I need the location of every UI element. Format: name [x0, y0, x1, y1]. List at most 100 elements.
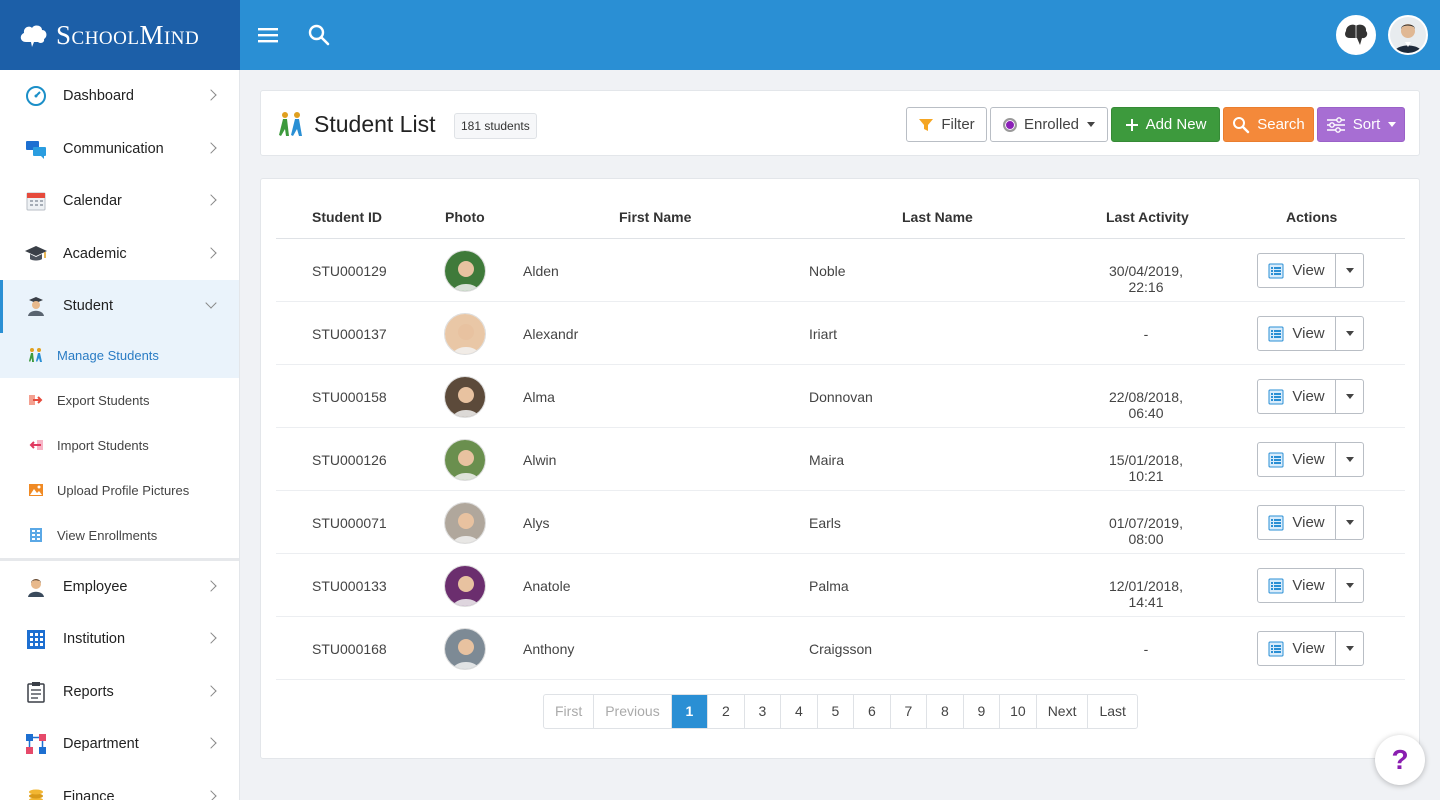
page-4-button[interactable]: 4 [781, 695, 818, 728]
sort-label: Sort [1352, 116, 1381, 133]
sidebar-item-label: Academic [63, 245, 127, 262]
funnel-icon [918, 117, 934, 133]
view-button[interactable]: View [1258, 632, 1336, 665]
sidebar-item-student[interactable]: Student [0, 280, 239, 333]
student-icon [24, 294, 48, 318]
enrolled-status-dropdown[interactable]: Enrolled [990, 107, 1108, 142]
submenu-item-label: Manage Students [57, 347, 159, 363]
cell-first-name: Alma [523, 389, 555, 405]
sidebar-item-dashboard[interactable]: Dashboard [0, 70, 239, 123]
column-header-last-name[interactable]: Last Name [902, 209, 973, 225]
chevron-right-icon [205, 89, 217, 101]
cell-last-name: Earls [809, 515, 841, 531]
view-button[interactable]: View [1258, 380, 1336, 413]
row-actions-dropdown[interactable] [1336, 380, 1363, 413]
column-header-student-id[interactable]: Student ID [312, 209, 382, 225]
view-button[interactable]: View [1258, 506, 1336, 539]
cell-last-name: Craigsson [809, 641, 873, 657]
student-photo [444, 565, 486, 607]
page-next-button[interactable]: Next [1037, 695, 1089, 728]
page-first-button[interactable]: First [544, 695, 595, 728]
page-5-button[interactable]: 5 [818, 695, 855, 728]
cell-last-name: Palma [809, 578, 849, 594]
search-button[interactable]: Search [1223, 107, 1314, 142]
sidebar-item-calendar[interactable]: Calendar [0, 175, 239, 228]
column-header-first-name[interactable]: First Name [619, 209, 691, 225]
row-actions-dropdown[interactable] [1336, 569, 1363, 602]
submenu-item-import-students[interactable]: Import Students [0, 423, 239, 468]
students-walking-icon [279, 112, 302, 136]
column-header-last-activity[interactable]: Last Activity [1106, 209, 1189, 225]
chevron-right-icon [205, 247, 217, 259]
sidebar-item-academic[interactable]: Academic [0, 228, 239, 281]
caret-down-icon [1087, 122, 1096, 127]
students-walking-icon [28, 347, 44, 363]
submenu-item-export-students[interactable]: Export Students [0, 378, 239, 423]
clipboard-icon [24, 680, 48, 704]
table-row: STU000137 Alexandr Iriart - View [276, 302, 1405, 365]
brand[interactable]: SchoolMind [0, 0, 240, 70]
cell-last-name: Donnovan [809, 389, 873, 405]
add-new-label: Add New [1145, 116, 1207, 133]
view-button-group: View [1257, 505, 1364, 540]
app-logo-avatar[interactable] [1336, 15, 1376, 55]
import-arrow-icon [28, 437, 44, 453]
view-button[interactable]: View [1258, 317, 1336, 350]
sidebar-item-employee[interactable]: Employee [0, 561, 239, 614]
cell-last-activity: - [1143, 326, 1149, 342]
page-2-button[interactable]: 2 [708, 695, 745, 728]
submenu-item-manage-students[interactable]: Manage Students [0, 332, 239, 378]
list-icon [1268, 641, 1284, 657]
list-icon [1268, 452, 1284, 468]
row-actions-dropdown[interactable] [1336, 632, 1363, 665]
add-new-button[interactable]: Add New [1111, 107, 1220, 142]
row-actions-dropdown[interactable] [1336, 443, 1363, 476]
page-1-button[interactable]: 1 [671, 695, 709, 728]
sidebar-item-label: Institution [63, 631, 126, 648]
view-button[interactable]: View [1258, 443, 1336, 476]
student-count-badge: 181 students [454, 113, 537, 139]
row-actions-dropdown[interactable] [1336, 254, 1363, 287]
view-button-group: View [1257, 442, 1364, 477]
sidebar-item-reports[interactable]: Reports [0, 666, 239, 719]
filter-button[interactable]: Filter [906, 107, 987, 142]
table-row: STU000129 Alden Noble 30/04/2019, 22:16 View [276, 239, 1405, 302]
search-icon[interactable] [306, 22, 332, 48]
row-actions-dropdown[interactable] [1336, 506, 1363, 539]
page-10-button[interactable]: 10 [1000, 695, 1037, 728]
row-actions-dropdown[interactable] [1336, 317, 1363, 350]
student-photo [444, 250, 486, 292]
sidebar-item-finance[interactable]: Finance [0, 771, 239, 800]
page-7-button[interactable]: 7 [891, 695, 928, 728]
view-button-group: View [1257, 253, 1364, 288]
submenu-item-view-enrollments[interactable]: View Enrollments [0, 513, 239, 558]
student-avatar-icon [445, 503, 485, 543]
cell-student-id: STU000129 [312, 263, 387, 279]
cell-student-id: STU000137 [312, 326, 387, 342]
page-8-button[interactable]: 8 [927, 695, 964, 728]
page-9-button[interactable]: 9 [964, 695, 1001, 728]
brand-name: SchoolMind [56, 19, 200, 50]
student-table-card: Student ID Photo First Name Last Name La… [260, 178, 1420, 759]
sidebar-item-department[interactable]: Department [0, 718, 239, 771]
cell-last-activity: 01/07/2019, 08:00 [1109, 515, 1183, 547]
user-avatar[interactable] [1388, 15, 1428, 55]
caret-down-icon [1345, 268, 1354, 273]
sidebar-item-institution[interactable]: Institution [0, 613, 239, 666]
list-icon [1268, 326, 1284, 342]
status-dot-icon [1002, 117, 1017, 132]
page-previous-button[interactable]: Previous [594, 695, 672, 728]
chevron-right-icon [205, 194, 217, 206]
view-button[interactable]: View [1258, 254, 1336, 287]
page-last-button[interactable]: Last [1088, 695, 1136, 728]
page-3-button[interactable]: 3 [745, 695, 782, 728]
view-button[interactable]: View [1258, 569, 1336, 602]
hamburger-icon[interactable] [255, 22, 281, 48]
search-icon [1232, 116, 1250, 134]
sort-dropdown[interactable]: Sort [1317, 107, 1405, 142]
sidebar-item-communication[interactable]: Communication [0, 123, 239, 176]
help-button[interactable]: ? [1375, 735, 1425, 785]
list-icon [1268, 578, 1284, 594]
page-6-button[interactable]: 6 [854, 695, 891, 728]
submenu-item-upload-profile-pictures[interactable]: Upload Profile Pictures [0, 468, 239, 513]
